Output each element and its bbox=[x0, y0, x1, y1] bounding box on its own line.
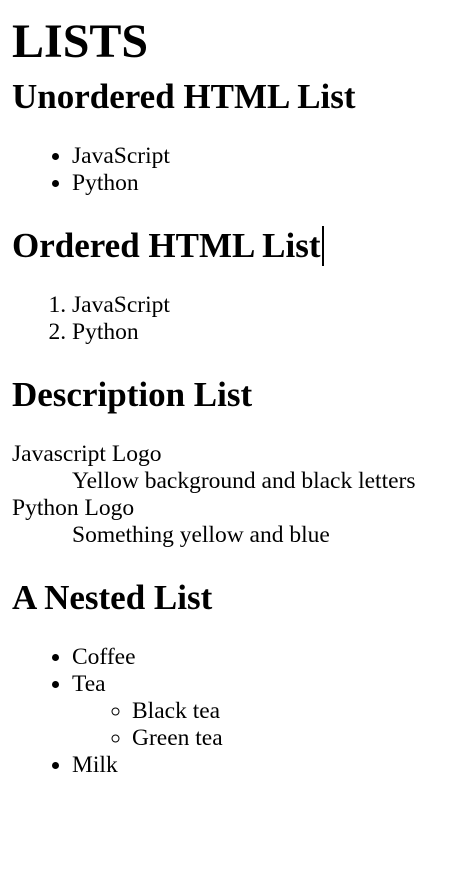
list-item: JavaScript bbox=[72, 143, 439, 170]
page-content: LISTS Unordered HTML List JavaScript Pyt… bbox=[0, 15, 451, 779]
text-caret bbox=[321, 226, 324, 266]
description-definition: Yellow background and black letters bbox=[72, 468, 416, 494]
nested-list-heading: A Nested List bbox=[12, 578, 213, 617]
ordered-list-section: Ordered HTML List JavaScript Python bbox=[12, 226, 439, 346]
nested-sublist: Black tea Green tea bbox=[72, 698, 439, 752]
description-list: Javascript Logo Yellow background and bl… bbox=[12, 441, 439, 549]
ordered-list-heading-text: Ordered HTML List bbox=[12, 226, 321, 265]
unordered-list-heading: Unordered HTML List bbox=[12, 77, 356, 116]
description-term: Python Logo bbox=[12, 495, 135, 521]
ordered-list-heading[interactable]: Ordered HTML List bbox=[12, 226, 439, 266]
list-item: Milk bbox=[72, 752, 439, 779]
list-item-with-sublist: Tea Black tea Green tea bbox=[72, 671, 439, 752]
unordered-list: JavaScript Python bbox=[12, 143, 439, 197]
sublist-item: Green tea bbox=[132, 725, 439, 752]
nested-list: Coffee Tea Black tea Green tea Milk bbox=[12, 644, 439, 779]
list-item-label: Tea bbox=[72, 671, 106, 697]
description-list-section: Description List Javascript Logo Yellow … bbox=[12, 375, 439, 549]
nested-list-section: A Nested List Coffee Tea Black tea Green… bbox=[12, 578, 439, 779]
list-item: Coffee bbox=[72, 644, 439, 671]
ordered-list: JavaScript Python bbox=[12, 292, 439, 346]
page-title: LISTS bbox=[12, 15, 149, 68]
description-term: Javascript Logo bbox=[12, 441, 162, 467]
unordered-list-section: Unordered HTML List JavaScript Python bbox=[12, 77, 439, 197]
sublist-item: Black tea bbox=[132, 698, 439, 725]
description-list-heading: Description List bbox=[12, 375, 253, 414]
list-item: Python bbox=[72, 170, 439, 197]
description-definition: Something yellow and blue bbox=[72, 522, 330, 548]
list-item: Python bbox=[72, 319, 439, 346]
list-item: JavaScript bbox=[72, 292, 439, 319]
